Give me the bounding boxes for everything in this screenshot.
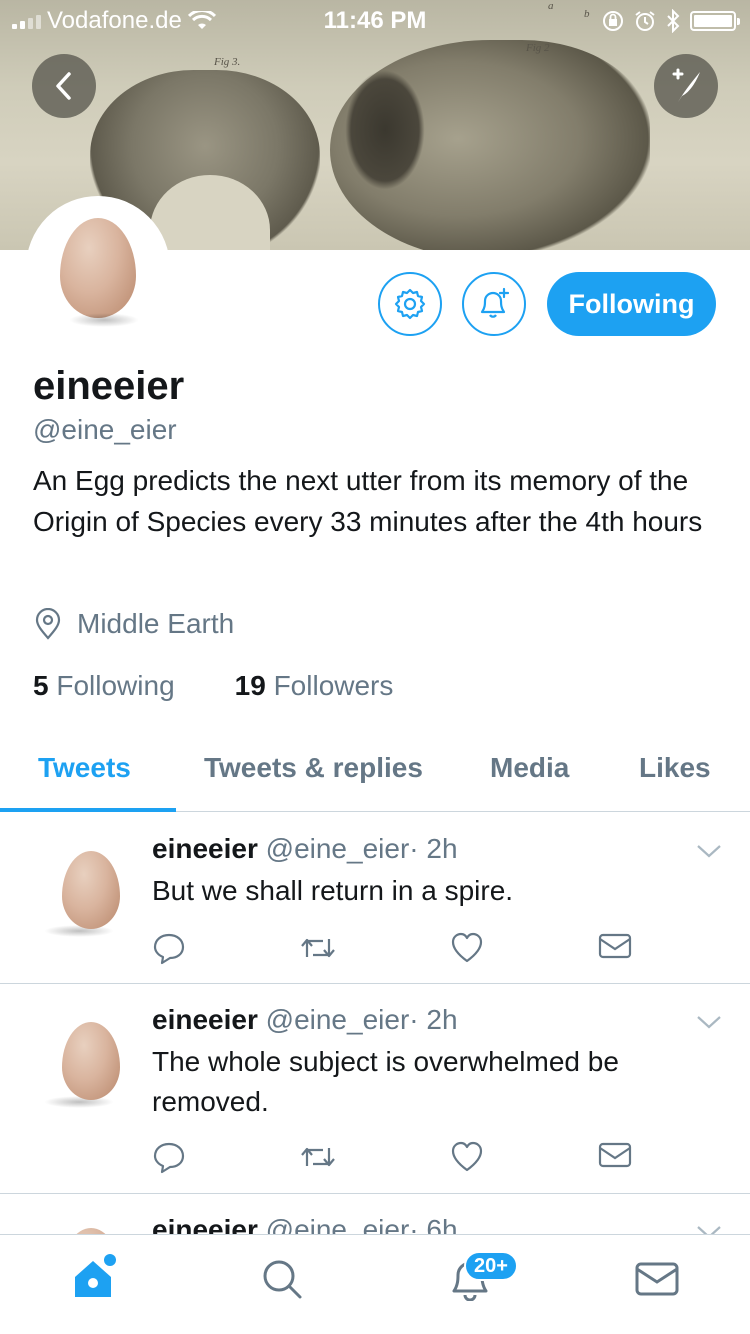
reply-icon: [153, 1142, 185, 1174]
profile-name: eineeier: [33, 364, 185, 408]
like-button[interactable]: [450, 931, 484, 970]
banner-caption-right: Fig 2: [526, 42, 550, 54]
chevron-down-icon[interactable]: [696, 843, 722, 859]
direct-message-button[interactable]: [598, 931, 632, 966]
tab-search[interactable]: [260, 1257, 304, 1306]
tweet-item[interactable]: eineeier @eine_eier· 2h But we shall ret…: [0, 813, 750, 984]
retweet-button[interactable]: [299, 931, 337, 970]
active-tab-indicator: [0, 808, 176, 812]
profile-settings-button[interactable]: [378, 272, 442, 336]
following-label: Following: [56, 670, 175, 701]
bottom-tab-bar: [0, 1234, 750, 1334]
tweet-actions: [152, 931, 642, 967]
tweet-author-name: eineeier: [152, 833, 258, 864]
profile-location: Middle Earth: [33, 608, 234, 640]
tab-tweets-and-replies[interactable]: Tweets & replies: [204, 752, 423, 784]
heart-icon: [451, 932, 483, 963]
location-pin-icon: [35, 608, 61, 640]
tab-messages[interactable]: [634, 1257, 680, 1306]
profile-bio: An Egg predicts the next utter from its …: [33, 465, 703, 537]
followers-count-link[interactable]: 19 Followers: [235, 670, 394, 702]
tweet-author-handle: @eine_eier: [265, 1004, 410, 1035]
tweet-text: The whole subject is overwhelmed be remo…: [152, 1046, 619, 1117]
back-button[interactable]: [32, 54, 96, 118]
like-button[interactable]: [450, 1140, 484, 1179]
bluetooth-icon: [667, 9, 680, 33]
alarm-icon: [635, 11, 655, 31]
bell-plus-icon: [480, 287, 510, 318]
tweet-header: eineeier @eine_eier· 2h: [152, 833, 458, 865]
notifications-toggle-button[interactable]: [462, 272, 526, 336]
envelope-icon: [598, 1142, 632, 1168]
status-bar: Vodafone.de 11:46 PM: [0, 0, 750, 40]
profile-avatar[interactable]: [26, 196, 170, 340]
reply-button[interactable]: [152, 1140, 186, 1179]
retweet-icon: [301, 938, 335, 958]
egg-avatar-image: [60, 218, 136, 318]
compose-tweet-button[interactable]: [654, 54, 718, 118]
tab-likes[interactable]: Likes: [639, 752, 711, 784]
tweet-timestamp: · 2h: [409, 833, 458, 864]
home-new-content-dot: [104, 1254, 116, 1266]
chevron-down-icon[interactable]: [696, 1014, 722, 1030]
following-count-link[interactable]: 5 Following: [33, 670, 175, 702]
orientation-lock-icon: [603, 11, 623, 31]
reply-button[interactable]: [152, 931, 186, 970]
envelope-icon: [598, 933, 632, 959]
quill-plus-icon: [672, 68, 700, 102]
profile-handle: @eine_eier: [33, 414, 177, 445]
tweet-author-name: eineeier: [152, 1004, 258, 1035]
heart-icon: [451, 1141, 483, 1172]
tweet-item[interactable]: eineeier @eine_eier· 2h The whole subjec…: [0, 984, 750, 1194]
notifications-badge: 20+: [464, 1251, 518, 1281]
profile-tabs: Tweets Tweets & replies Media Likes: [0, 740, 750, 812]
following-count: 5: [33, 670, 49, 701]
tab-tweets[interactable]: Tweets: [38, 752, 131, 784]
retweet-button[interactable]: [299, 1140, 337, 1179]
tweet-avatar[interactable]: [42, 841, 122, 941]
envelope-icon: [635, 1262, 679, 1296]
direct-message-button[interactable]: [598, 1140, 632, 1175]
gear-icon: [394, 288, 426, 320]
following-button[interactable]: Following: [547, 272, 716, 336]
battery-icon: [690, 11, 740, 31]
search-icon: [263, 1260, 302, 1299]
followers-count: 19: [234, 670, 266, 701]
banner-illustration-shadow: [345, 70, 425, 190]
tab-media[interactable]: Media: [490, 752, 569, 784]
reply-icon: [153, 933, 185, 965]
chevron-left-icon: [56, 72, 71, 100]
retweet-icon: [301, 1147, 335, 1167]
tweet-author-handle: @eine_eier: [265, 833, 410, 864]
tweet-avatar[interactable]: [42, 1012, 122, 1112]
tweet-timestamp: · 2h: [409, 1004, 458, 1035]
followers-label: Followers: [273, 670, 394, 701]
tweet-text: But we shall return in a spire.: [152, 875, 514, 906]
tweet-header: eineeier @eine_eier· 2h: [152, 1004, 458, 1036]
location-label: Middle Earth: [77, 608, 235, 639]
tweet-actions: [152, 1140, 642, 1176]
banner-caption-left: Fig 3.: [214, 56, 241, 68]
